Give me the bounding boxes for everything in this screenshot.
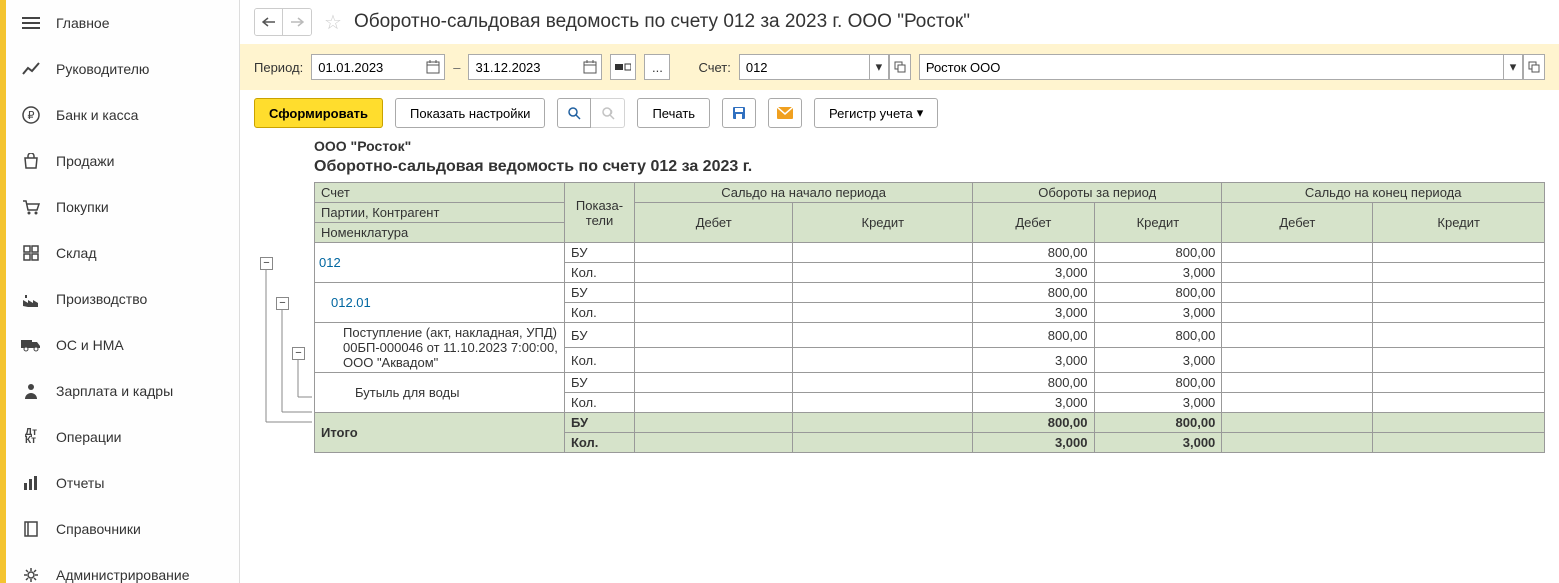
sidebar-item-label: ОС и НМА (56, 337, 124, 353)
sidebar-item-label: Отчеты (56, 475, 104, 491)
email-button[interactable] (768, 98, 802, 128)
sidebar-item-main[interactable]: Главное (6, 0, 239, 46)
period-more-button[interactable]: ... (644, 54, 670, 80)
col-end: Сальдо на конец периода (1222, 183, 1545, 203)
sidebar-item-label: Операции (56, 429, 122, 445)
gear-icon (20, 564, 42, 583)
back-button[interactable] (255, 9, 283, 35)
search-next-button[interactable] (591, 98, 625, 128)
search-button[interactable] (557, 98, 591, 128)
generate-button[interactable]: Сформировать (254, 98, 383, 128)
person-icon (20, 380, 42, 402)
toolbar: Сформировать Показать настройки Печать Р… (240, 90, 1559, 136)
sidebar-item-assets[interactable]: ОС и НМА (6, 322, 239, 368)
sidebar-item-operations[interactable]: ДтКт Операции (6, 414, 239, 460)
date-from-picker[interactable] (421, 54, 445, 80)
sidebar-item-label: Зарплата и кадры (56, 383, 173, 399)
org-input[interactable] (919, 54, 1503, 80)
nav-group (254, 8, 312, 36)
account-open[interactable] (889, 54, 911, 80)
col-start: Сальдо на начало периода (635, 183, 973, 203)
menu-icon (20, 12, 42, 34)
page-title: Оборотно-сальдовая ведомость по счету 01… (354, 11, 970, 33)
date-to-picker[interactable] (578, 54, 602, 80)
title-bar: ☆ Оборотно-сальдовая ведомость по счету … (240, 0, 1559, 44)
sidebar-item-admin[interactable]: Администрирование (6, 552, 239, 583)
sidebar-item-label: Покупки (56, 199, 109, 215)
register-button[interactable]: Регистр учета ▾ (814, 98, 938, 128)
tree-column: − − − (254, 182, 314, 453)
period-preset-button[interactable] (610, 54, 636, 80)
report-company: ООО "Росток" (314, 136, 1545, 156)
sidebar-item-sales[interactable]: Продажи (6, 138, 239, 184)
chart-icon (20, 472, 42, 494)
table-row-total: Итого БУ 800,00800,00 (315, 413, 1545, 433)
col-debit: Дебет (1222, 203, 1373, 243)
sidebar-item-manager[interactable]: Руководителю (6, 46, 239, 92)
date-dash: – (453, 60, 460, 75)
col-parties: Партии, Контрагент (315, 203, 565, 223)
period-label: Период: (254, 60, 303, 75)
boxes-icon (20, 242, 42, 264)
col-credit: Кредит (793, 203, 973, 243)
col-credit: Кредит (1094, 203, 1222, 243)
truck-icon (20, 334, 42, 356)
sidebar-item-label: Склад (56, 245, 97, 261)
date-from-input[interactable] (311, 54, 421, 80)
col-debit: Дебет (635, 203, 793, 243)
sidebar-item-label: Администрирование (56, 567, 190, 583)
sidebar-item-label: Главное (56, 15, 110, 31)
sidebar-item-bank[interactable]: ₽ Банк и касса (6, 92, 239, 138)
account-input[interactable] (739, 54, 869, 80)
sidebar-item-label: Руководителю (56, 61, 149, 77)
cart-icon (20, 196, 42, 218)
col-indicators: Показа- тели (565, 183, 635, 243)
ruble-icon: ₽ (20, 104, 42, 126)
chevron-down-icon: ▾ (917, 105, 924, 121)
favorite-icon[interactable]: ☆ (324, 10, 342, 35)
col-debit: Дебет (973, 203, 1094, 243)
report-area[interactable]: ООО "Росток" Оборотно-сальдовая ведомост… (240, 136, 1559, 583)
account-dropdown[interactable]: ▾ (869, 54, 889, 80)
sidebar-item-label: Продажи (56, 153, 114, 169)
table-row[interactable]: 012 БУ 800,00800,00 (315, 243, 1545, 263)
trend-icon (20, 58, 42, 80)
sidebar-item-production[interactable]: Производство (6, 276, 239, 322)
print-button[interactable]: Печать (637, 98, 710, 128)
sidebar: Главное Руководителю ₽ Банк и касса Прода… (0, 0, 240, 583)
report-table: Счет Показа- тели Сальдо на начало перио… (314, 182, 1545, 453)
sidebar-item-hr[interactable]: Зарплата и кадры (6, 368, 239, 414)
col-nomenclature: Номенклатура (315, 223, 565, 243)
bag-icon (20, 150, 42, 172)
org-open[interactable] (1523, 54, 1545, 80)
forward-button[interactable] (283, 9, 311, 35)
table-row[interactable]: 012.01 БУ 800,00800,00 (315, 283, 1545, 303)
filter-bar: Период: – ... Счет: ▾ ▾ (240, 44, 1559, 90)
col-account: Счет (315, 183, 565, 203)
report-title: Оборотно-сальдовая ведомость по счету 01… (314, 156, 1545, 182)
table-row[interactable]: Бутыль для воды БУ 800,00800,00 (315, 373, 1545, 393)
sidebar-item-warehouse[interactable]: Склад (6, 230, 239, 276)
show-settings-button[interactable]: Показать настройки (395, 98, 545, 128)
account-label: Счет: (698, 60, 730, 75)
book-icon (20, 518, 42, 540)
debit-credit-icon: ДтКт (20, 426, 42, 448)
sidebar-item-label: Производство (56, 291, 147, 307)
sidebar-item-label: Банк и касса (56, 107, 138, 123)
factory-icon (20, 288, 42, 310)
sidebar-item-catalogs[interactable]: Справочники (6, 506, 239, 552)
svg-text:₽: ₽ (28, 110, 35, 122)
col-credit: Кредит (1373, 203, 1545, 243)
org-dropdown[interactable]: ▾ (1503, 54, 1523, 80)
col-turnover: Обороты за период (973, 183, 1222, 203)
sidebar-item-label: Справочники (56, 521, 141, 537)
sidebar-item-purchases[interactable]: Покупки (6, 184, 239, 230)
sidebar-item-reports[interactable]: Отчеты (6, 460, 239, 506)
save-button[interactable] (722, 98, 756, 128)
date-to-input[interactable] (468, 54, 578, 80)
table-row[interactable]: Поступление (акт, накладная, УПД) 00БП-0… (315, 323, 1545, 348)
main-area: ☆ Оборотно-сальдовая ведомость по счету … (240, 0, 1559, 583)
